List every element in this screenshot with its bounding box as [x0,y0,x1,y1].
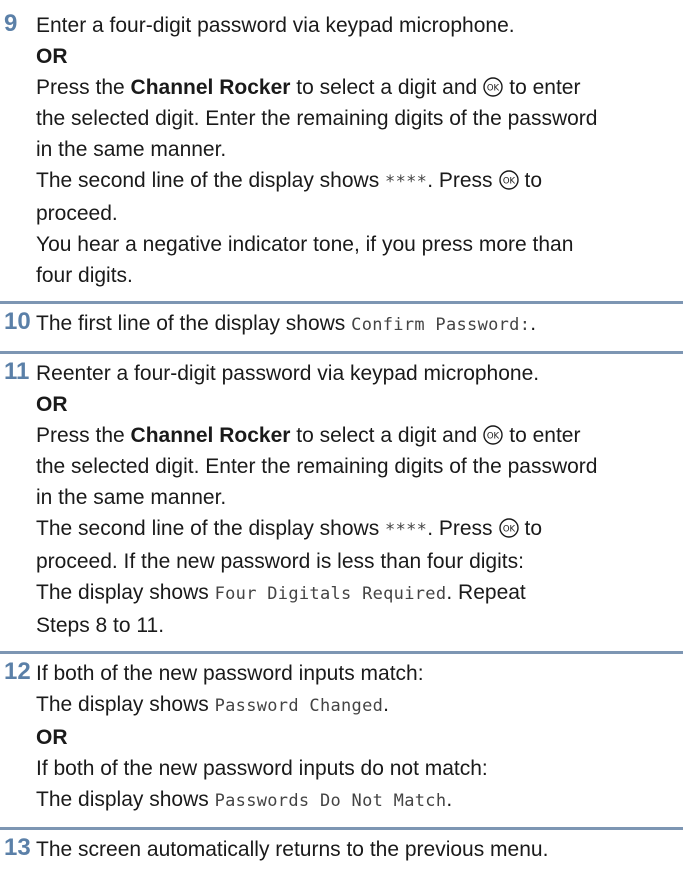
step-text: If both of the new password inputs match… [36,662,424,685]
channel-rocker-label: Channel Rocker [130,76,291,99]
ok-button-icon: OK [483,77,503,97]
step-body: Enter a four-digit password via keypad m… [36,10,651,291]
display-text: Four Digitals Required [214,584,447,604]
svg-text:OK: OK [502,525,515,535]
step-body: If both of the new password inputs match… [36,658,651,817]
step-11: 11 Reenter a four-digit password via key… [0,354,683,651]
ok-button-icon: OK [498,170,519,190]
step-text: Reenter a four-digit password via keypad… [36,362,540,385]
svg-text:OK: OK [502,177,515,187]
step-number: 12 [4,658,31,685]
text-fragment: . Repeat [446,581,526,604]
text-fragment: . [383,693,389,716]
step-number: 9 [4,10,18,37]
text-fragment: . [446,788,453,811]
step-body: Reenter a four-digit password via keypad… [36,358,651,641]
step-text: in the same manner. [36,138,227,161]
text-fragment: to select a digit and [290,424,478,447]
step-text: The screen automatically returns to the … [36,838,549,861]
step-body: The screen automatically returns to the … [36,834,651,865]
step-text: Press the Channel Rocker to select a dig… [36,72,651,103]
text-fragment: Press the [36,76,131,99]
step-12: 12 If both of the new password inputs ma… [0,654,683,827]
instruction-page: 9 Enter a four-digit password via keypad… [0,0,683,875]
step-text: the selected digit. Enter the remaining … [36,107,598,130]
channel-rocker-label: Channel Rocker [130,424,291,447]
display-text: **** [385,520,428,540]
text-fragment: The display shows [36,788,215,811]
step-number: 13 [4,834,31,861]
step-13: 13 The screen automatically returns to t… [0,830,683,875]
text-fragment: to enter [509,76,581,99]
step-number: 10 [4,308,31,335]
ok-button-icon: OK [483,425,503,445]
step-text: The second line of the display shows ***… [36,165,651,198]
svg-text:OK: OK [487,432,500,442]
step-text: Steps 8 to 11. [36,614,165,637]
display-text: Password Changed [214,696,384,716]
step-text: proceed. If the new password is less tha… [36,550,524,573]
text-fragment: The display shows [36,693,215,716]
display-text: Confirm Password: [351,315,531,335]
text-fragment: Press the [36,424,131,447]
or-label: OR [36,45,68,68]
step-9: 9 Enter a four-digit password via keypad… [0,6,683,301]
text-fragment: The second line of the display shows [36,517,386,540]
text-fragment: The second line of the display shows [36,169,386,192]
ok-button-icon: OK [498,518,519,538]
text-fragment: . Press [427,517,493,540]
step-text: Press the Channel Rocker to select a dig… [36,420,651,451]
text-fragment: to select a digit and [290,76,478,99]
step-text: The second line of the display shows ***… [36,513,651,546]
step-text: If both of the new password inputs do no… [36,757,488,780]
step-body: The first line of the display shows Conf… [36,308,651,341]
step-text: proceed. [36,202,118,225]
step-text: the selected digit. Enter the remaining … [36,455,598,478]
text-fragment: to enter [509,424,581,447]
or-label: OR [36,393,68,416]
or-label: OR [36,726,68,749]
step-text: You hear a negative indicator tone, if y… [36,233,574,256]
display-text: Passwords Do Not Match [214,791,447,811]
step-text: The first line of the display shows Conf… [36,308,651,341]
step-text: The display shows Password Changed. [36,689,651,722]
step-text: in the same manner. [36,486,227,509]
step-text: The display shows Four Digitals Required… [36,577,651,610]
text-fragment: to [524,169,543,192]
svg-text:OK: OK [487,84,500,94]
step-10: 10 The first line of the display shows C… [0,304,683,351]
text-fragment: The first line of the display shows [36,312,352,335]
text-fragment: . [530,312,537,335]
text-fragment: to [524,517,543,540]
step-text: four digits. [36,264,133,287]
text-fragment: . Press [427,169,493,192]
step-text: The display shows Passwords Do Not Match… [36,784,651,817]
display-text: **** [385,172,428,192]
step-number: 11 [4,358,30,385]
step-text: Enter a four-digit password via keypad m… [36,14,515,37]
text-fragment: The display shows [36,581,215,604]
